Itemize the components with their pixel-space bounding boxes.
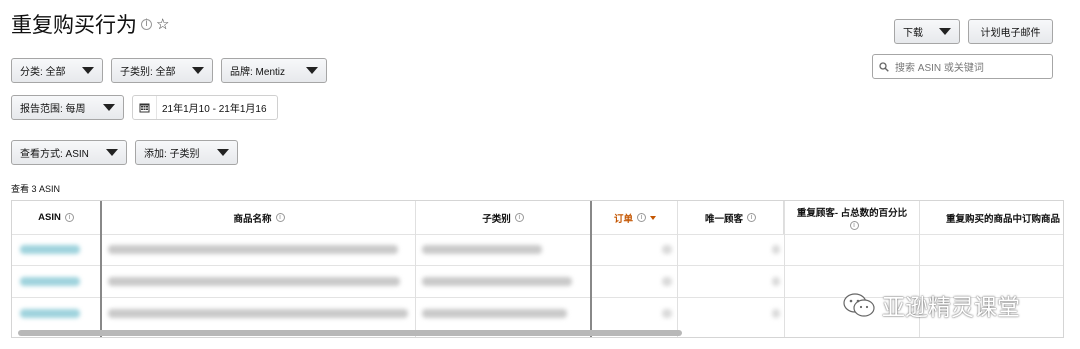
frozen-column-divider <box>590 201 592 337</box>
row-divider <box>12 265 1063 266</box>
page-title: 重复购买行为 <box>11 14 137 37</box>
schedule-email-button[interactable]: 计划电子邮件 <box>968 19 1053 44</box>
info-icon[interactable]: i <box>275 213 285 222</box>
orders-redacted <box>662 309 672 318</box>
column-header-subcategory[interactable]: 子类别 i <box>416 201 591 234</box>
asin-link-redacted[interactable] <box>20 245 80 254</box>
date-range-picker[interactable]: 21年1月10 - 21年1月16 <box>132 95 278 120</box>
column-divider <box>415 201 416 337</box>
unique-customers-redacted <box>772 245 780 254</box>
horizontal-scrollbar[interactable] <box>18 330 682 336</box>
info-icon[interactable]: i <box>141 18 152 30</box>
subcategory-redacted <box>422 309 567 318</box>
frozen-column-divider <box>100 201 102 337</box>
chevron-down-icon <box>306 67 318 74</box>
brand-dropdown[interactable]: 品牌: Mentiz <box>221 58 327 83</box>
product-name-redacted <box>108 309 408 318</box>
chevron-down-icon <box>106 149 118 156</box>
report-range-dropdown[interactable]: 报告范围: 每周 <box>11 95 124 120</box>
column-header-label: 订单 <box>613 213 633 225</box>
schedule-email-label: 计划电子邮件 <box>980 28 1041 39</box>
asin-link-redacted[interactable] <box>20 309 80 318</box>
orders-redacted <box>662 245 672 254</box>
result-count: 查看 3 ASIN <box>11 184 61 194</box>
column-header-label: 重复顾客- 占总数的百分比 <box>796 208 908 219</box>
column-header-label: 子类别 <box>482 213 511 225</box>
chevron-down-icon <box>82 67 94 74</box>
column-header-repeat-customers-pct[interactable]: 重复顾客- 占总数的百分比 i <box>785 201 920 234</box>
watermark: 亚逊精灵课堂 <box>842 288 1020 322</box>
chevron-down-icon <box>217 149 229 156</box>
column-header-label: ASIN <box>38 212 61 223</box>
column-header-asin[interactable]: ASIN i <box>12 201 101 234</box>
date-range-value: 21年1月10 - 21年1月16 <box>162 104 267 115</box>
add-dimension-label: 添加: 子类别 <box>144 149 200 160</box>
column-divider <box>784 201 785 337</box>
column-header-label: 唯一顾客 <box>704 213 743 225</box>
report-range-label: 报告范围: 每周 <box>20 104 86 115</box>
chevron-down-icon <box>939 28 951 35</box>
brand-label: 品牌: Mentiz <box>230 67 286 78</box>
subcategory-redacted <box>422 277 572 286</box>
download-button[interactable]: 下载 <box>894 19 960 44</box>
add-dimension-dropdown[interactable]: 添加: 子类别 <box>135 140 238 165</box>
chevron-down-icon <box>192 67 204 74</box>
info-icon[interactable]: i <box>514 213 524 222</box>
column-header-unique-customers[interactable]: 唯一顾客 i <box>678 201 784 234</box>
view-by-label: 查看方式: ASIN <box>20 149 89 160</box>
header-divider <box>12 234 1063 235</box>
unique-customers-redacted <box>772 277 780 286</box>
star-icon[interactable]: ☆ <box>156 15 169 33</box>
info-icon[interactable]: i <box>849 221 859 230</box>
watermark-text: 亚逊精灵课堂 <box>882 294 1020 320</box>
download-label: 下载 <box>903 28 923 39</box>
subcategory-redacted <box>422 245 542 254</box>
page-title-row: 重复购买行为 i ☆ <box>11 9 169 39</box>
info-icon[interactable]: i <box>637 213 646 222</box>
column-divider <box>677 201 678 337</box>
column-header-repeat-purchase-items[interactable]: 重复购买的商品中订购商品 <box>920 201 1063 234</box>
orders-redacted <box>662 277 672 286</box>
column-header-label: 重复购买的商品中订购商品 <box>946 213 1061 225</box>
search-input[interactable]: 搜索 ASIN 或关键词 <box>872 54 1053 79</box>
category-label: 分类: 全部 <box>20 67 66 78</box>
product-name-redacted <box>108 245 398 254</box>
chevron-down-icon <box>103 104 115 111</box>
sort-descending-icon <box>650 215 656 220</box>
asin-link-redacted[interactable] <box>20 277 80 286</box>
product-name-redacted <box>108 277 400 286</box>
column-header-product-name[interactable]: 商品名称 i <box>103 201 416 234</box>
unique-customers-redacted <box>772 309 780 318</box>
column-header-label: 商品名称 <box>233 213 272 225</box>
column-header-orders[interactable]: 订单 i <box>593 201 678 234</box>
category-dropdown[interactable]: 分类: 全部 <box>11 58 103 83</box>
search-icon <box>879 61 889 72</box>
wechat-icon <box>843 293 875 317</box>
view-by-dropdown[interactable]: 查看方式: ASIN <box>11 140 127 165</box>
info-icon[interactable]: i <box>64 213 74 222</box>
subcategory-label: 子类别: 全部 <box>120 67 176 78</box>
search-placeholder: 搜索 ASIN 或关键词 <box>895 63 984 74</box>
calendar-icon[interactable] <box>133 96 157 119</box>
info-icon[interactable]: i <box>747 213 756 222</box>
subcategory-dropdown[interactable]: 子类别: 全部 <box>111 58 213 83</box>
